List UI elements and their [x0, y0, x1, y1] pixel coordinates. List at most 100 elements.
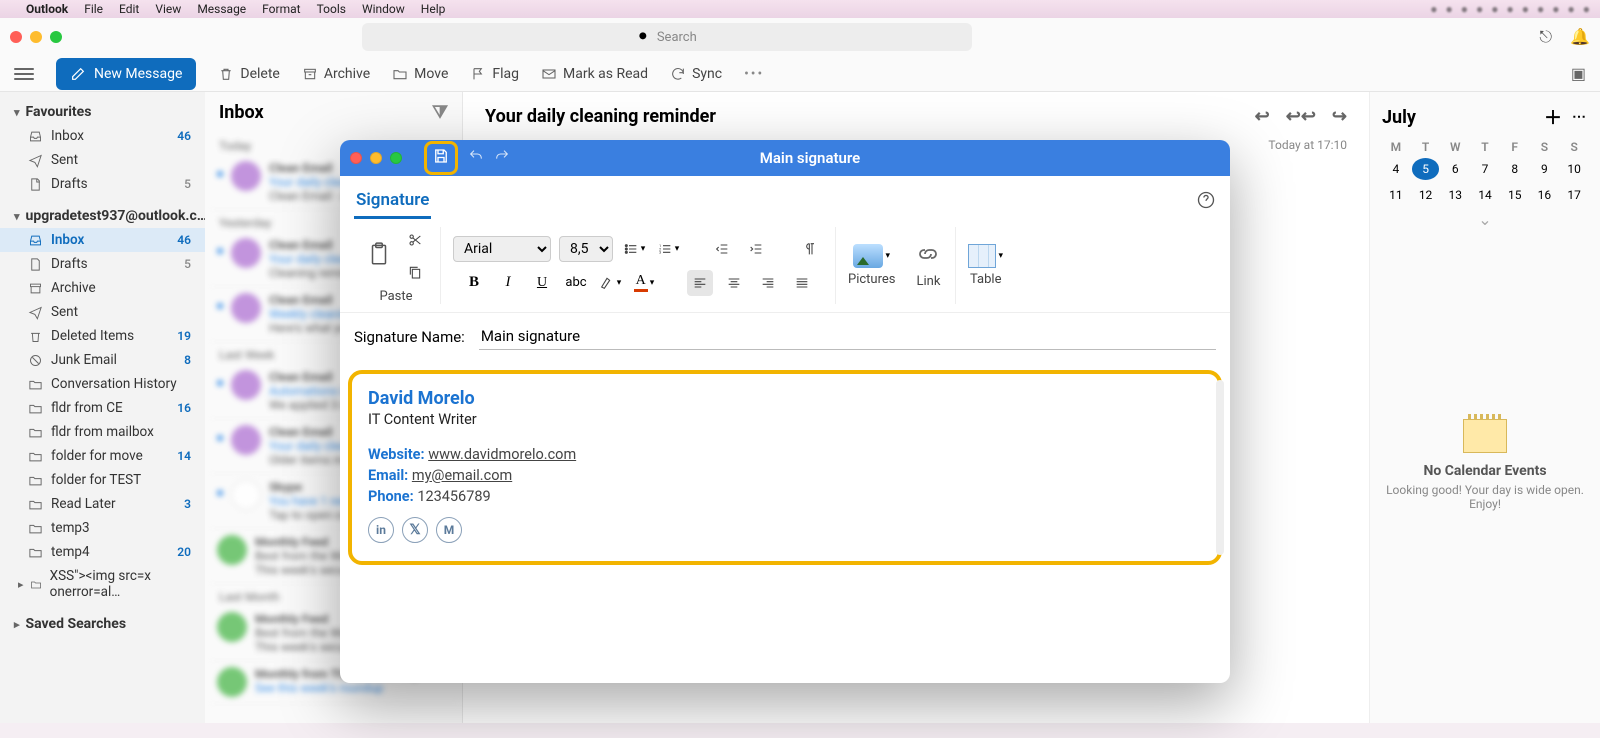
- menu-help[interactable]: Help: [421, 2, 446, 16]
- calendar-day[interactable]: 7: [1471, 158, 1499, 180]
- add-event-button[interactable]: ＋: [1544, 104, 1562, 130]
- reply-all-icon[interactable]: ↩↩: [1286, 106, 1316, 127]
- numbered-list-button[interactable]: 123▾: [655, 236, 681, 262]
- save-button[interactable]: [424, 141, 458, 175]
- sidebar-item-temp4[interactable]: temp420: [0, 540, 205, 564]
- copy-button[interactable]: [402, 259, 428, 285]
- calendar-day[interactable]: 6: [1441, 158, 1469, 180]
- menu-view[interactable]: View: [155, 2, 181, 16]
- toggle-sidebar-button[interactable]: [14, 68, 34, 80]
- signature-body-editor[interactable]: David Morelo IT Content Writer Website: …: [348, 370, 1222, 565]
- highlight-button[interactable]: ▾: [597, 270, 623, 296]
- menu-message[interactable]: Message: [197, 2, 246, 16]
- paste-button[interactable]: [364, 241, 394, 271]
- menu-tools[interactable]: Tools: [317, 2, 346, 16]
- calendar-day[interactable]: 4: [1382, 158, 1410, 180]
- font-color-button[interactable]: A▾: [631, 270, 657, 296]
- cut-button[interactable]: [402, 227, 428, 253]
- menu-file[interactable]: File: [84, 2, 103, 16]
- sidebar-item-inbox-fav[interactable]: Inbox46: [0, 124, 205, 148]
- twitter-icon[interactable]: 𝕏: [402, 517, 428, 543]
- paragraph-button[interactable]: [797, 236, 823, 262]
- mark-read-button[interactable]: Mark as Read: [541, 66, 648, 82]
- sidebar-item-sent-fav[interactable]: Sent: [0, 148, 205, 172]
- bold-button[interactable]: B: [461, 270, 487, 296]
- calendar-day[interactable]: 11: [1382, 184, 1410, 206]
- calendar-day[interactable]: 12: [1412, 184, 1440, 206]
- sidebar-item-sent[interactable]: Sent: [0, 300, 205, 324]
- sidebar-item-fldr-ce[interactable]: fldr from CE16: [0, 396, 205, 420]
- align-right-button[interactable]: [755, 270, 781, 296]
- indent-button[interactable]: [743, 236, 769, 262]
- align-left-button[interactable]: [687, 270, 713, 296]
- sidebar-item-xss[interactable]: ▸XSS"><img src=x onerror=al…: [0, 564, 205, 604]
- sidebar-item-junk[interactable]: Junk Email8: [0, 348, 205, 372]
- window-close[interactable]: [10, 31, 22, 43]
- sidebar-item-fldr-mailbox[interactable]: fldr from mailbox: [0, 420, 205, 444]
- more-button[interactable]: •••: [744, 66, 764, 82]
- sidebar-item-inbox[interactable]: Inbox46: [0, 228, 205, 252]
- new-message-button[interactable]: New Message: [56, 58, 196, 90]
- flag-button[interactable]: Flag: [470, 66, 519, 82]
- sidebar-item-deleted[interactable]: Deleted Items19: [0, 324, 205, 348]
- sync-button[interactable]: Sync: [670, 66, 722, 82]
- tab-signature[interactable]: Signature: [354, 184, 431, 219]
- redo-button[interactable]: [484, 148, 510, 168]
- calendar-day[interactable]: 16: [1531, 184, 1559, 206]
- sidebar-item-folder-test[interactable]: folder for TEST: [0, 468, 205, 492]
- calendar-day[interactable]: 13: [1441, 184, 1469, 206]
- calendar-day-today[interactable]: 5: [1412, 158, 1440, 180]
- underline-button[interactable]: U: [529, 270, 555, 296]
- favourites-section[interactable]: ▾Favourites: [0, 100, 205, 124]
- calendar-day[interactable]: 14: [1471, 184, 1499, 206]
- align-center-button[interactable]: [721, 270, 747, 296]
- delete-button[interactable]: Delete: [218, 66, 279, 82]
- calendar-day[interactable]: 8: [1501, 158, 1529, 180]
- calendar-day[interactable]: 15: [1501, 184, 1529, 206]
- saved-searches-section[interactable]: ▸Saved Searches: [0, 612, 205, 636]
- reply-icon[interactable]: ↩: [1255, 106, 1270, 127]
- sidebar-item-conv-hist[interactable]: Conversation History: [0, 372, 205, 396]
- notifications-icon[interactable]: 🔔: [1570, 27, 1590, 47]
- calendar-day[interactable]: 10: [1560, 158, 1588, 180]
- bullet-list-button[interactable]: ▾: [621, 236, 647, 262]
- outdent-button[interactable]: [709, 236, 735, 262]
- modal-minimize[interactable]: [370, 152, 382, 164]
- account-section[interactable]: ▾upgradetest937@outlook.c…: [0, 204, 205, 228]
- help-button[interactable]: [1196, 190, 1216, 214]
- sidebar-item-read-later[interactable]: Read Later3: [0, 492, 205, 516]
- sidebar-item-folder-move[interactable]: folder for move14: [0, 444, 205, 468]
- calendar-day[interactable]: 9: [1531, 158, 1559, 180]
- insert-picture-button[interactable]: ▾ Pictures: [848, 244, 895, 287]
- search-input[interactable]: Search: [362, 23, 972, 51]
- signature-name-input[interactable]: [479, 323, 1216, 350]
- sidebar-item-drafts[interactable]: Drafts5: [0, 252, 205, 276]
- modal-maximize[interactable]: [390, 152, 402, 164]
- medium-icon[interactable]: M: [436, 517, 462, 543]
- move-button[interactable]: Move: [392, 66, 448, 82]
- sidebar-item-temp3[interactable]: temp3: [0, 516, 205, 540]
- menu-edit[interactable]: Edit: [119, 2, 139, 16]
- calendar-expand[interactable]: ⌄: [1382, 210, 1588, 229]
- font-size-select[interactable]: 8,5: [559, 236, 613, 262]
- calendar-day[interactable]: 17: [1560, 184, 1588, 206]
- insert-table-button[interactable]: ▾ Table: [968, 244, 1003, 287]
- window-maximize[interactable]: [50, 31, 62, 43]
- forward-icon[interactable]: ↪: [1332, 106, 1347, 127]
- collapse-pane-button[interactable]: ▣: [1571, 64, 1586, 83]
- align-justify-button[interactable]: [789, 270, 815, 296]
- italic-button[interactable]: I: [495, 270, 521, 296]
- sidebar-item-drafts-fav[interactable]: Drafts5: [0, 172, 205, 196]
- window-minimize[interactable]: [30, 31, 42, 43]
- archive-button[interactable]: Archive: [302, 66, 370, 82]
- menubar-app[interactable]: Outlook: [26, 2, 68, 16]
- insert-link-button[interactable]: Link: [913, 242, 943, 289]
- calendar-more-button[interactable]: ⋯: [1572, 109, 1588, 125]
- menu-window[interactable]: Window: [362, 2, 405, 16]
- linkedin-icon[interactable]: in: [368, 517, 394, 543]
- strikethrough-button[interactable]: abc: [563, 270, 589, 296]
- modal-close[interactable]: [350, 152, 362, 164]
- activity-icon[interactable]: ⎋: [1539, 27, 1552, 47]
- menu-format[interactable]: Format: [262, 2, 300, 16]
- filter-icon[interactable]: ⧩: [432, 102, 448, 123]
